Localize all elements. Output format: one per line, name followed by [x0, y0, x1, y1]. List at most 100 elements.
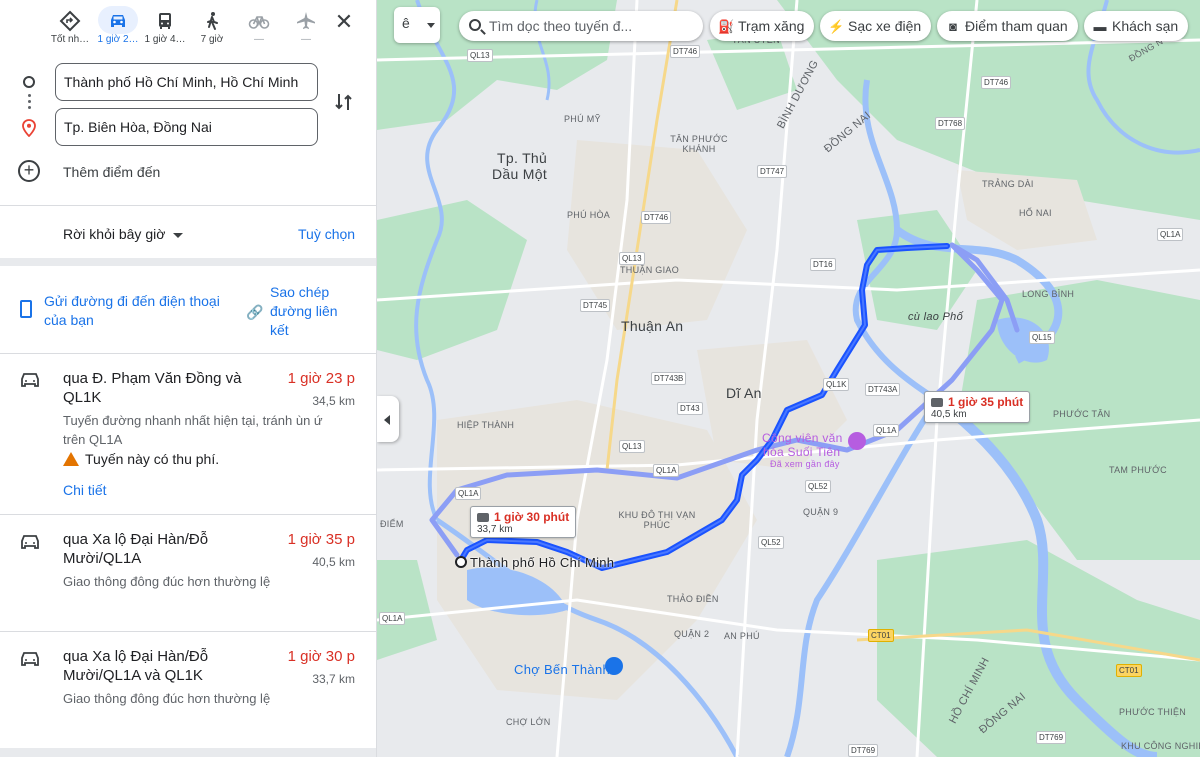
caret-down-icon	[427, 23, 435, 28]
swap-icon[interactable]	[332, 90, 356, 114]
route-description: Giao thông đông đúc hơn thường lệ	[63, 691, 271, 706]
callout-time: 1 giờ 30 phút	[494, 510, 570, 524]
depart-label: Rời khỏi bây giờ	[63, 226, 166, 242]
route-option-2[interactable]: qua Xa lộ Đại Hàn/Đỗ Mười/QL1A 1 giờ 35 …	[0, 515, 376, 631]
origin-marker[interactable]	[455, 556, 467, 568]
close-icon[interactable]: ✕	[330, 8, 358, 36]
route-callout-alt[interactable]: 1 giờ 35 phút 40,5 km	[924, 391, 1031, 423]
area-label: AN PHÚ	[724, 631, 760, 641]
caret-down-icon	[173, 232, 184, 238]
callout-time: 1 giờ 35 phút	[948, 395, 1024, 409]
origin-label: Thành phố Hồ Chí Minh	[470, 555, 615, 570]
area-label: TÂN PHƯỚC KHÁNH	[670, 134, 728, 154]
mode-driving[interactable]: 1 giờ 2…	[94, 6, 142, 54]
search-along-route-input[interactable]: Tìm dọc theo tuyến đ...	[459, 11, 703, 41]
route-callout-alt[interactable]: 1 giờ 30 phút 33,7 km	[470, 506, 577, 538]
route-option-1[interactable]: qua Đ. Phạm Văn Đồng và QL1K 1 giờ 23 p …	[0, 354, 376, 514]
chip-label: Sạc xe điện	[848, 18, 922, 34]
route-option-3[interactable]: qua Xa lộ Đại Hàn/Đỗ Mười/QL1A và QL1K 1…	[0, 632, 376, 748]
poi-label[interactable]: hóa Suối Tiên	[763, 445, 840, 459]
area-label: TRẢNG DÀI	[982, 179, 1034, 189]
bus-icon	[141, 6, 189, 34]
chip-label: Khách sạn	[1112, 18, 1179, 34]
road-badge: QL1A	[653, 464, 680, 477]
route-title: qua Đ. Phạm Văn Đồng và QL1K	[63, 370, 242, 406]
road-badge: QL52	[805, 480, 831, 493]
car-icon	[21, 373, 39, 387]
bicycle-icon	[235, 6, 283, 34]
mode-flight[interactable]: —	[282, 6, 330, 54]
attraction-icon[interactable]	[848, 432, 866, 450]
mode-best[interactable]: Tốt nh…	[46, 6, 94, 54]
car-icon	[931, 398, 943, 407]
camera-icon: ◙	[949, 19, 957, 34]
chip-gas-stations[interactable]: ⛽ Trạm xăng	[710, 11, 815, 41]
route-description: Giao thông đông đúc hơn thường lệ	[63, 574, 271, 589]
add-destination-button[interactable]: Thêm điểm đến	[63, 164, 160, 180]
layers-button[interactable]: ê	[394, 7, 440, 43]
road-badge: QL15	[1029, 331, 1055, 344]
road-badge: QL13	[619, 252, 645, 265]
route-description: Tuyến đường nhanh nhất hiện tại, tránh ù…	[63, 413, 323, 447]
area-label: CHỢ LỚN	[506, 717, 551, 727]
divider	[0, 205, 376, 206]
area-label: ĐIỂM	[380, 519, 404, 529]
area-label: LONG BÌNH	[1022, 289, 1075, 299]
mode-walking[interactable]: 7 giờ	[188, 6, 236, 54]
depart-time-dropdown[interactable]: Rời khỏi bây giờ	[63, 226, 184, 242]
route-title: qua Xa lộ Đại Hàn/Đỗ Mười/QL1A và QL1K	[63, 648, 209, 684]
copy-link-label: Sao chép đường liên kết	[270, 284, 338, 338]
poi-label[interactable]: Chợ Bến Thành	[514, 662, 610, 677]
mode-cycling[interactable]: —	[235, 6, 283, 54]
origin-input[interactable]	[55, 63, 318, 101]
link-icon: 🔗	[246, 304, 264, 320]
mode-best-label: Tốt nh…	[50, 34, 90, 45]
area-label: QUẬN 2	[674, 629, 710, 639]
mode-driving-label: 1 giờ 2…	[97, 34, 139, 45]
chip-ev-charging[interactable]: ⚡ Sạc xe điện	[820, 11, 932, 41]
best-route-icon	[46, 6, 94, 34]
road-badge: QL1A	[1157, 228, 1184, 241]
chip-attractions[interactable]: ◙ Điểm tham quan	[937, 11, 1078, 41]
chip-hotels[interactable]: ▬ Khách sạn	[1084, 11, 1189, 41]
road-badge: DT746	[641, 211, 672, 224]
mode-transit[interactable]: 1 giờ 4…	[141, 6, 189, 54]
ev-charging-icon: ⚡	[828, 19, 845, 34]
poi-label[interactable]: Công viên văn	[762, 431, 843, 445]
more-vert-icon	[28, 94, 31, 110]
area-label: PHƯỚC TÂN	[1053, 409, 1111, 419]
send-to-phone-button[interactable]: Gửi đường đi đến điện thoại của bạn	[20, 292, 230, 330]
callout-distance: 40,5 km	[931, 409, 967, 420]
bed-icon: ▬	[1093, 19, 1107, 34]
route-duration: 1 giờ 30 p	[287, 648, 355, 665]
search-placeholder: Tìm dọc theo tuyến đ...	[489, 18, 633, 34]
toll-text: Tuyến này có thu phí.	[85, 451, 220, 467]
area-label: THUẬN GIAO	[620, 265, 680, 275]
road-badge: DT768	[935, 117, 966, 130]
road-badge: CT01	[1116, 664, 1142, 677]
road-badge: DT769	[848, 744, 879, 757]
copy-link-button[interactable]: 🔗 Sao chép đường liên kết	[246, 283, 356, 340]
add-icon[interactable]: +	[18, 160, 40, 182]
road-badge: DT43	[677, 402, 703, 415]
collapse-panel-button[interactable]	[377, 396, 399, 442]
destination-input[interactable]	[55, 108, 318, 146]
route-details-link[interactable]: Chi tiết	[63, 482, 107, 498]
directions-panel: Tốt nh… 1 giờ 2… 1 giờ 4… 7 giờ — — ✕ Th…	[0, 0, 377, 757]
mode-walking-label: 7 giờ	[200, 34, 224, 45]
travel-mode-bar: Tốt nh… 1 giờ 2… 1 giờ 4… 7 giờ — —	[0, 6, 376, 56]
road-badge: DT745	[580, 299, 611, 312]
phone-icon	[20, 300, 32, 318]
road-badge: QL52	[758, 536, 784, 549]
route-distance: 33,7 km	[312, 672, 355, 686]
area-label: KHU CÔNG NGHIỆP	[1121, 741, 1200, 751]
map-canvas[interactable]: TÂN UYÊN PHÚ MỸ TÂN PHƯỚC KHÁNH PHÚ HÒA …	[377, 0, 1200, 757]
walk-icon	[188, 6, 236, 34]
poi-sub-label: Đã xem gần đây	[770, 459, 840, 469]
road-badge: QL13	[619, 440, 645, 453]
warning-icon	[63, 452, 79, 466]
callout-distance: 33,7 km	[477, 524, 513, 535]
city-label: Dĩ An	[726, 385, 762, 401]
options-button[interactable]: Tuỳ chọn	[298, 226, 355, 242]
destination-pin-icon	[22, 119, 36, 137]
